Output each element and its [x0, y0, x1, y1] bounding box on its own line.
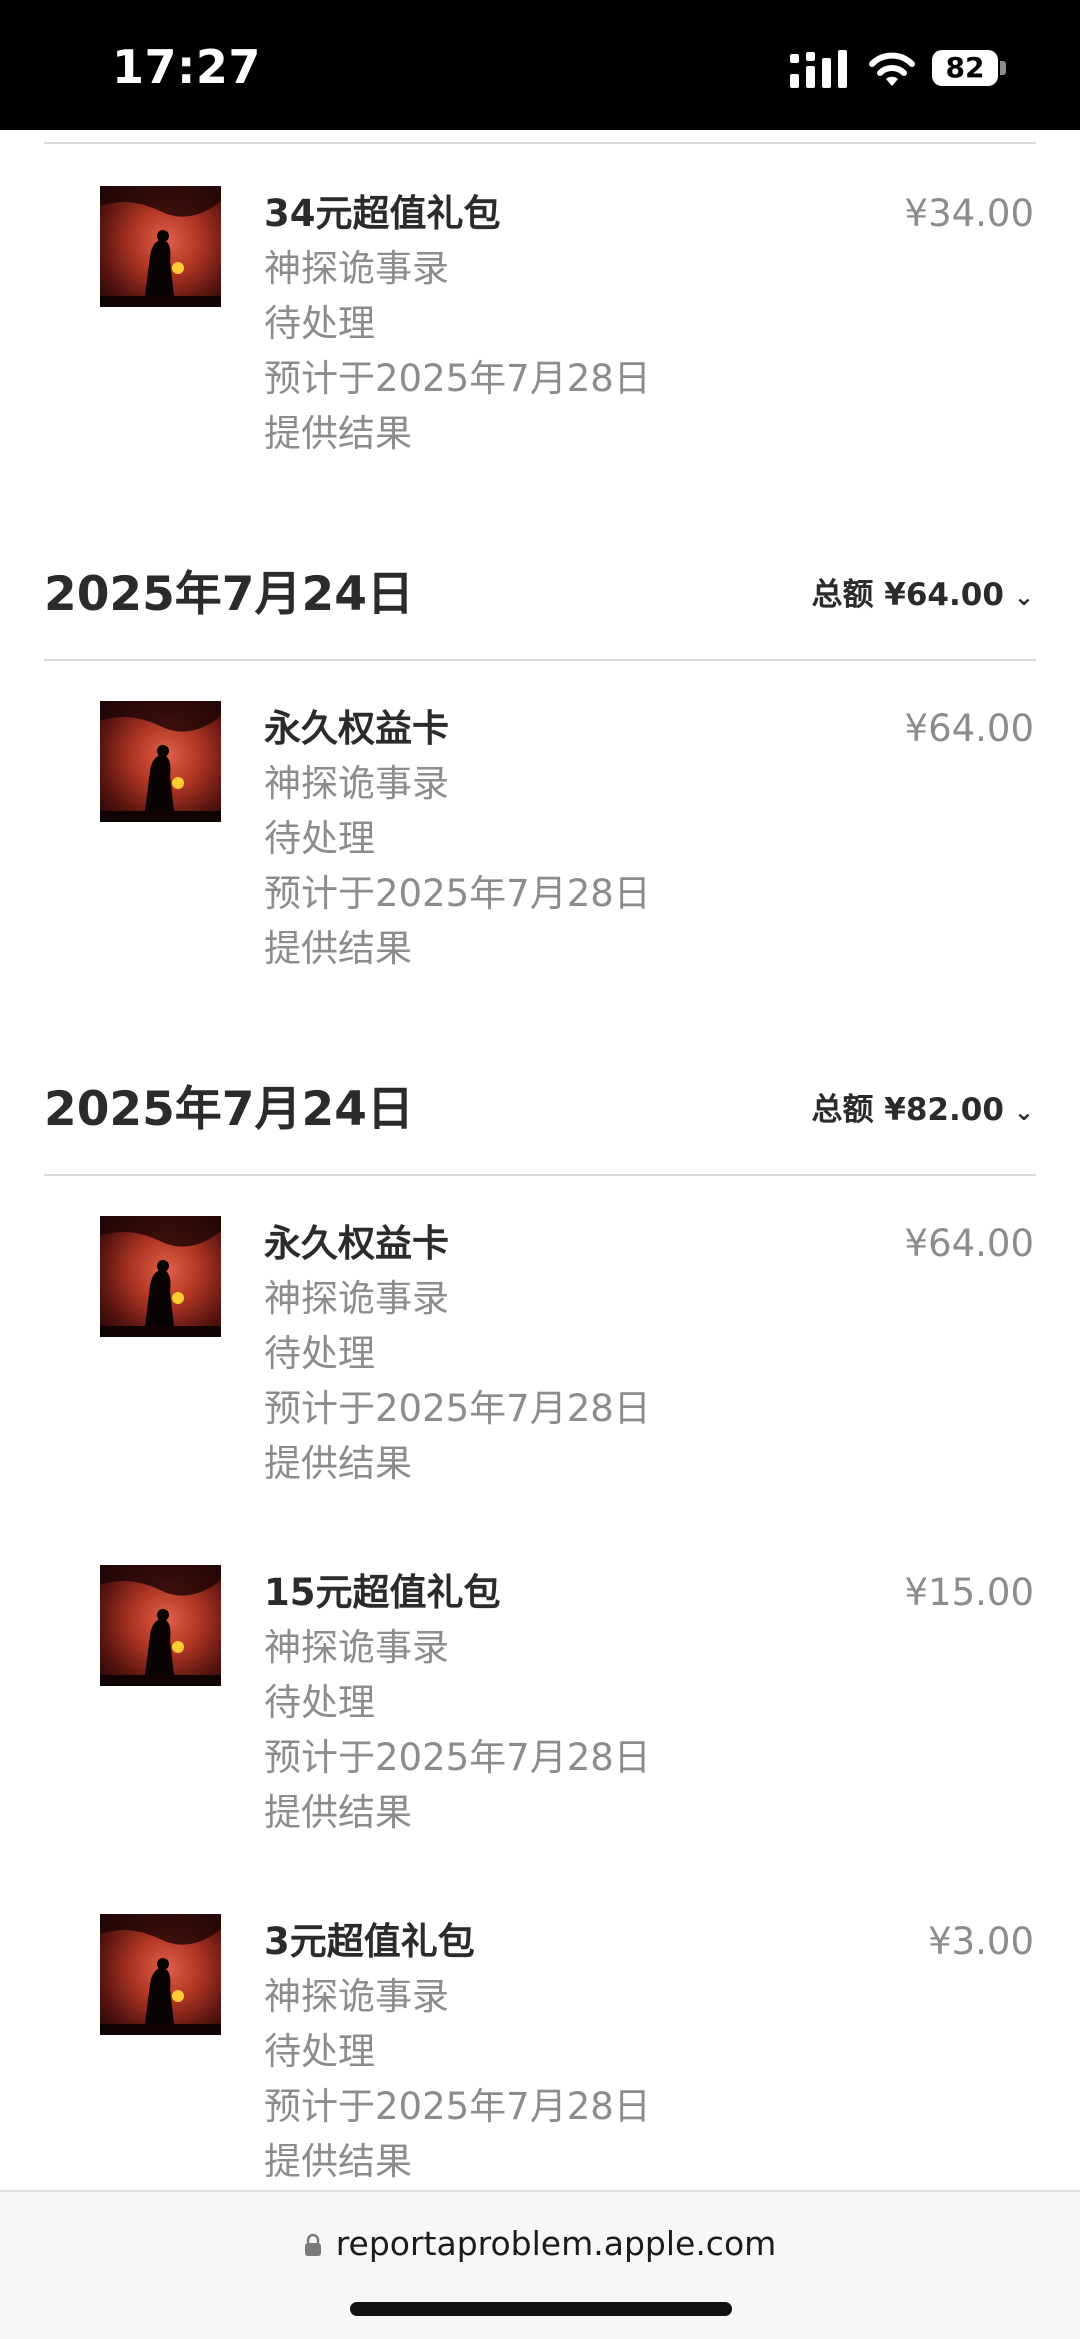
url-display[interactable]: reportaproblem.apple.com — [0, 2224, 1080, 2263]
item-eta-cont: 提供结果 — [264, 927, 412, 970]
item-app-name: 神探诡事录 — [264, 1975, 449, 2018]
item-status: 待处理 — [264, 817, 375, 860]
signal-icon — [790, 50, 847, 88]
item-price: ¥34.00 — [904, 192, 1034, 235]
battery-icon: 82 — [932, 50, 1010, 88]
status-bar: 17:27 82 — [0, 0, 1080, 130]
item-app-name: 神探诡事录 — [264, 247, 449, 290]
app-thumbnail — [100, 1216, 221, 1337]
chevron-down-icon: ⌄ — [1013, 1097, 1034, 1126]
item-status: 待处理 — [264, 302, 375, 345]
item-status: 待处理 — [264, 1681, 375, 1724]
app-thumbnail — [100, 701, 221, 822]
item-title: 34元超值礼包 — [264, 192, 501, 235]
item-title: 15元超值礼包 — [264, 1571, 501, 1614]
lock-icon — [304, 2233, 321, 2256]
item-eta: 预计于2025年7月28日 — [264, 872, 651, 915]
item-eta-cont: 提供结果 — [264, 2140, 412, 2183]
wifi-icon — [869, 52, 915, 86]
group-total[interactable]: 总额 ¥64.00 ⌄ — [811, 555, 1034, 637]
app-thumbnail — [100, 186, 221, 307]
home-indicator[interactable] — [350, 2302, 732, 2316]
item-title: 永久权益卡 — [264, 707, 449, 750]
item-price: ¥15.00 — [904, 1571, 1034, 1614]
group-date: 2025年7月24日 — [44, 1082, 414, 1137]
item-eta: 预计于2025年7月28日 — [264, 1736, 651, 1779]
divider — [44, 659, 1036, 661]
item-status: 待处理 — [264, 2030, 375, 2073]
item-app-name: 神探诡事录 — [264, 1277, 449, 1320]
app-thumbnail — [100, 1565, 221, 1686]
battery-level: 82 — [932, 50, 998, 86]
status-time: 17:27 — [112, 40, 261, 94]
purchase-item[interactable]: 3元超值礼包 神探诡事录 待处理 预计于2025年7月28日 提供结果 ¥3.0… — [0, 1914, 1080, 2194]
item-eta-cont: 提供结果 — [264, 1791, 412, 1834]
item-eta-cont: 提供结果 — [264, 412, 412, 455]
browser-url-bar[interactable]: reportaproblem.apple.com — [0, 2190, 1080, 2339]
app-thumbnail — [100, 1914, 221, 2035]
item-app-name: 神探诡事录 — [264, 1626, 449, 1669]
item-price: ¥64.00 — [904, 1222, 1034, 1265]
divider — [44, 142, 1036, 144]
item-title: 3元超值礼包 — [264, 1920, 475, 1963]
date-group-header[interactable]: 2025年7月24日 总额 ¥82.00 ⌄ — [0, 1070, 1080, 1180]
purchase-item[interactable]: 15元超值礼包 神探诡事录 待处理 预计于2025年7月28日 提供结果 ¥15… — [0, 1565, 1080, 1845]
chevron-down-icon: ⌄ — [1013, 582, 1034, 611]
group-total[interactable]: 总额 ¥82.00 ⌄ — [811, 1070, 1034, 1152]
item-eta: 预计于2025年7月28日 — [264, 357, 651, 400]
purchase-item[interactable]: 永久权益卡 神探诡事录 待处理 预计于2025年7月28日 提供结果 ¥64.0… — [0, 701, 1080, 981]
item-title: 永久权益卡 — [264, 1222, 449, 1265]
date-group-header[interactable]: 2025年7月24日 总额 ¥64.00 ⌄ — [0, 555, 1080, 665]
url-text: reportaproblem.apple.com — [335, 2224, 777, 2263]
group-date: 2025年7月24日 — [44, 567, 414, 622]
purchase-item[interactable]: 34元超值礼包 神探诡事录 待处理 预计于2025年7月28日 提供结果 ¥34… — [0, 186, 1080, 466]
item-price: ¥3.00 — [928, 1920, 1034, 1963]
item-eta: 预计于2025年7月28日 — [264, 2085, 651, 2128]
item-eta: 预计于2025年7月28日 — [264, 1387, 651, 1430]
item-eta-cont: 提供结果 — [264, 1442, 412, 1485]
purchase-item[interactable]: 永久权益卡 神探诡事录 待处理 预计于2025年7月28日 提供结果 ¥64.0… — [0, 1216, 1080, 1496]
item-app-name: 神探诡事录 — [264, 762, 449, 805]
divider — [44, 1174, 1036, 1176]
item-price: ¥64.00 — [904, 707, 1034, 750]
item-status: 待处理 — [264, 1332, 375, 1375]
